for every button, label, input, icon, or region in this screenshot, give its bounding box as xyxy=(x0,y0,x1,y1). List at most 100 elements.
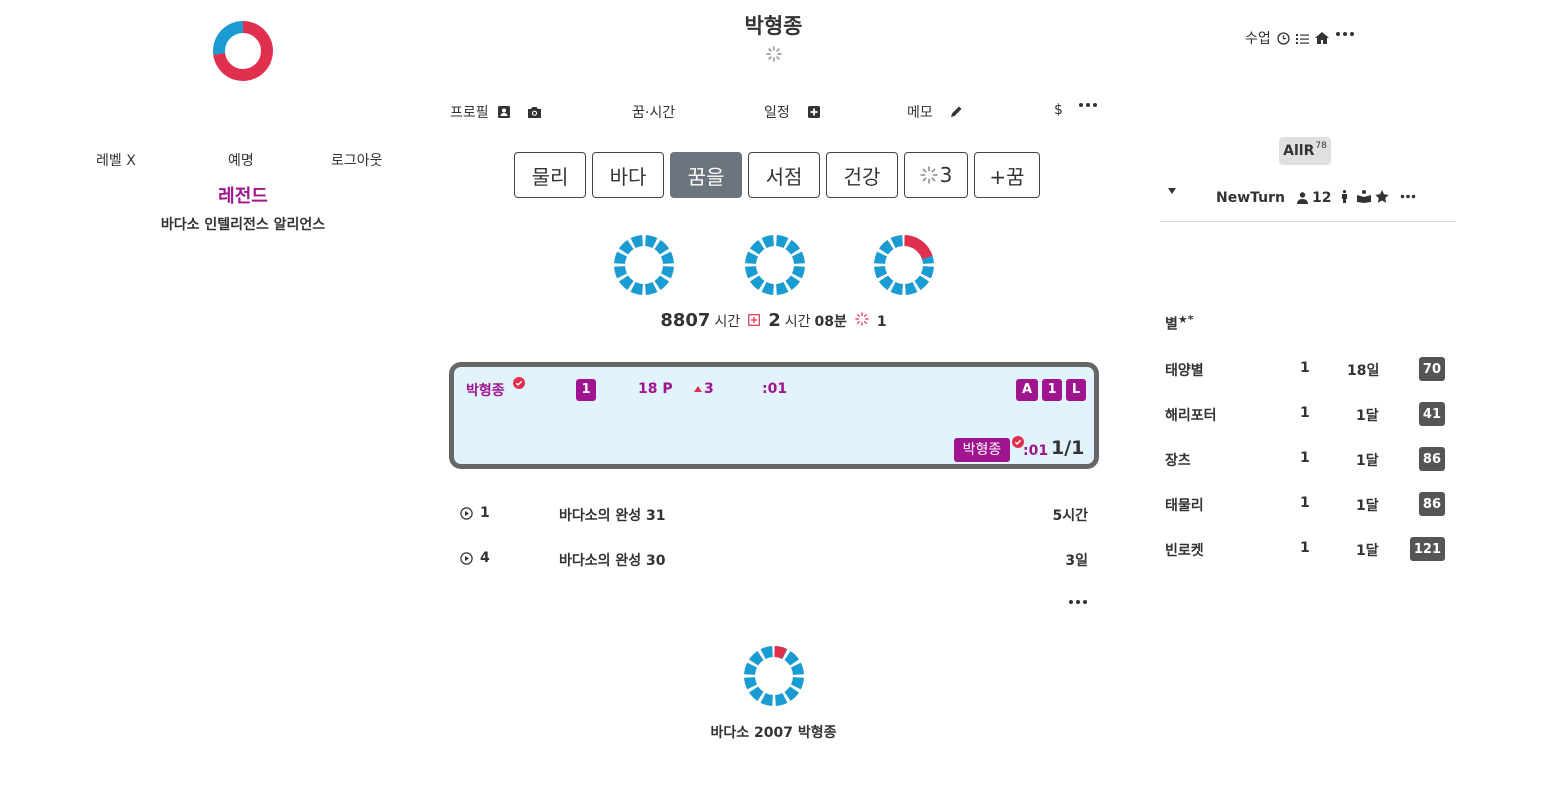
more-menu[interactable] xyxy=(1078,102,1098,108)
more-icon[interactable] xyxy=(1078,102,1098,108)
ring-segment xyxy=(890,235,903,249)
member-count: 12 xyxy=(1297,190,1331,206)
list-icon[interactable] xyxy=(1295,33,1309,44)
nav-schedule-label: 일정 xyxy=(764,105,790,121)
ring-segment xyxy=(748,686,764,702)
verified-icon xyxy=(513,377,525,389)
ring-segment xyxy=(790,677,804,690)
contact-card-icon[interactable] xyxy=(497,105,511,119)
ring-segment xyxy=(874,266,888,279)
star-row[interactable]: 태물리 1 1달 86 xyxy=(1165,492,1445,516)
card-fraction: 1/1 xyxy=(1051,437,1085,459)
category-tabs: 물리 바다 꿈을 서점 건강 3 +꿈 xyxy=(514,152,1040,198)
star-heading: 별★* xyxy=(1165,313,1194,334)
ring-segment xyxy=(614,251,628,264)
dream-ring-1 xyxy=(614,235,674,295)
caret-down-icon[interactable] xyxy=(1168,188,1176,194)
ring-segment xyxy=(745,251,759,264)
star-name[interactable]: 빈로켓 xyxy=(1165,540,1204,560)
spinner-icon xyxy=(919,166,938,184)
ring-segment xyxy=(784,650,800,666)
card-name[interactable]: 박형종 xyxy=(466,380,505,400)
level-link[interactable]: 레벨 X xyxy=(96,150,136,170)
home-icon[interactable] xyxy=(1314,32,1329,44)
person-icon[interactable] xyxy=(1341,190,1348,203)
ring-segment xyxy=(761,281,774,295)
pencil-icon[interactable] xyxy=(949,105,963,119)
list-item-duration: 5시간 xyxy=(1052,508,1088,524)
more-icon[interactable] xyxy=(1068,599,1088,605)
points-value: 18 P xyxy=(638,381,673,397)
tab-bookstore[interactable]: 서점 xyxy=(748,152,820,198)
list-item[interactable]: 1 바다소의 완성 31 5시간 xyxy=(458,505,1098,527)
nav-currency[interactable]: $ xyxy=(1054,102,1063,118)
star-row[interactable]: 태양별 1 18일 70 xyxy=(1165,357,1445,381)
tab-add-dream[interactable]: +꿈 xyxy=(974,152,1040,198)
card-time: :01 xyxy=(762,381,788,397)
tab-health[interactable]: 건강 xyxy=(826,152,898,198)
tab-physics[interactable]: 물리 xyxy=(514,152,586,198)
more-icon[interactable] xyxy=(1335,31,1355,37)
star-name[interactable]: 태양별 xyxy=(1165,360,1204,380)
class-link[interactable]: 수업 xyxy=(1245,28,1271,48)
alliance-label: 바다소 인텔리전스 알리언스 xyxy=(160,217,326,233)
list-item[interactable]: 4 바다소의 완성 30 3일 xyxy=(458,550,1098,572)
star-row[interactable]: 해리포터 1 1달 41 xyxy=(1165,402,1445,426)
ring-segment xyxy=(776,235,789,249)
star-count: 1 xyxy=(1300,495,1310,511)
star-row[interactable]: 장츠 1 1달 86 xyxy=(1165,447,1445,471)
plus-square-icon[interactable] xyxy=(807,106,820,118)
nav-schedule[interactable]: 일정 xyxy=(764,102,820,122)
badge-a: A xyxy=(1016,379,1038,401)
clock-icon[interactable] xyxy=(1277,31,1290,45)
ring-segment xyxy=(760,646,773,660)
level-badge: 1 xyxy=(576,379,596,401)
star-icon[interactable] xyxy=(1375,190,1389,203)
dream-ring-2 xyxy=(745,235,805,295)
nav-dream-time[interactable]: 꿈·시간 xyxy=(632,102,675,122)
ring-segment xyxy=(654,275,670,291)
footer-text: 바다소 2007 박형종 xyxy=(710,725,837,741)
star-row[interactable]: 빈로켓 1 1달 121 xyxy=(1165,537,1445,561)
ring-segment xyxy=(878,275,894,291)
card-bottom-name[interactable]: 박형종 xyxy=(954,438,1010,462)
ring-segment xyxy=(645,281,658,295)
list-item-title[interactable]: 바다소의 완성 30 xyxy=(559,550,666,570)
star-score-badge: 86 xyxy=(1418,447,1445,471)
nav-profile[interactable]: 프로필 xyxy=(450,102,542,122)
star-score-badge: 86 xyxy=(1418,492,1445,516)
today-minutes: 08분 xyxy=(814,314,847,330)
logout-link[interactable]: 로그아웃 xyxy=(331,150,383,170)
star-name[interactable]: 장츠 xyxy=(1165,450,1191,470)
star-name[interactable]: 태물리 xyxy=(1165,495,1204,515)
tab-sea[interactable]: 바다 xyxy=(592,152,664,198)
ring-segment xyxy=(890,281,903,295)
ring-segment xyxy=(744,677,758,690)
badge-1: 1 xyxy=(1042,379,1062,401)
star-name[interactable]: 해리포터 xyxy=(1165,405,1217,425)
ring-segment xyxy=(920,266,934,279)
reader-icon[interactable] xyxy=(1357,190,1371,203)
team-name[interactable]: NewTurn xyxy=(1216,190,1285,206)
ring-segment xyxy=(776,281,789,295)
time-stats: 8807 시간 2 시간 08분 1 xyxy=(0,310,1547,331)
ring-segment xyxy=(905,281,918,295)
star-heading-label: 별 xyxy=(1165,316,1178,333)
tab-dream[interactable]: 꿈을 xyxy=(670,152,742,198)
more-icon[interactable] xyxy=(1400,194,1416,199)
allr-label: AllR xyxy=(1283,143,1315,159)
list-item-title[interactable]: 바다소의 완성 31 xyxy=(559,505,666,525)
member-card[interactable]: 박형종 1 18 P 3 :01 A 1 L 박형종 :01 1/1 xyxy=(449,362,1099,469)
tab-spinner[interactable]: 3 xyxy=(904,152,968,198)
nickname-link[interactable]: 예명 xyxy=(228,150,254,170)
left-links: 레벨 X 예명 로그아웃 xyxy=(0,150,486,172)
ring-segment xyxy=(791,266,805,279)
nav-memo[interactable]: 메모 xyxy=(907,102,963,122)
caret-up-icon xyxy=(694,386,702,392)
camera-icon[interactable] xyxy=(527,106,542,119)
ring-segment xyxy=(760,692,773,706)
allr-badge[interactable]: AllR 78 xyxy=(1279,137,1331,165)
ring-segment xyxy=(660,251,674,264)
star-count: 1 xyxy=(1300,405,1310,421)
team-row: NewTurn 12 xyxy=(1160,188,1456,222)
